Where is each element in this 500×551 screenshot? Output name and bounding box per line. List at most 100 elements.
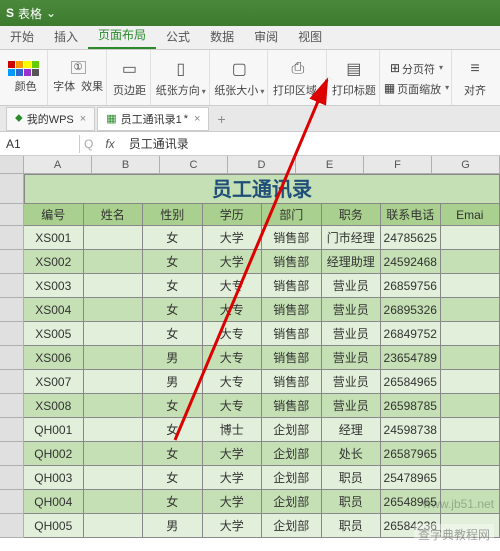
table-cell[interactable]: 销售部 xyxy=(262,298,322,322)
table-cell[interactable]: 门市经理 xyxy=(322,226,382,250)
effect-label[interactable]: 效果 xyxy=(81,78,103,94)
table-cell[interactable]: 职员 xyxy=(322,514,382,538)
table-cell[interactable]: 大学 xyxy=(203,490,263,514)
table-cell[interactable]: 大专 xyxy=(203,370,263,394)
row-header[interactable] xyxy=(0,250,24,274)
table-cell[interactable]: XS008 xyxy=(24,394,84,418)
column-header[interactable]: G xyxy=(432,156,500,173)
table-cell[interactable] xyxy=(84,394,144,418)
row-header[interactable] xyxy=(0,204,24,226)
table-cell[interactable]: XS002 xyxy=(24,250,84,274)
wps-home-tab[interactable]: ⬥ 我的WPS × xyxy=(6,107,95,131)
table-cell[interactable]: 26584965 xyxy=(381,370,441,394)
ribbon-tab[interactable]: 开始 xyxy=(0,24,44,49)
table-cell[interactable]: 女 xyxy=(143,274,203,298)
table-cell[interactable]: 女 xyxy=(143,442,203,466)
table-cell[interactable]: 大学 xyxy=(203,226,263,250)
table-cell[interactable] xyxy=(84,250,144,274)
table-cell[interactable]: 26584236 xyxy=(381,514,441,538)
table-header-cell[interactable]: 职务 xyxy=(322,204,382,226)
table-cell[interactable]: QH004 xyxy=(24,490,84,514)
select-all-corner[interactable] xyxy=(0,156,24,173)
table-cell[interactable]: QH005 xyxy=(24,514,84,538)
column-header[interactable]: D xyxy=(228,156,296,173)
column-header[interactable]: C xyxy=(160,156,228,173)
table-cell[interactable]: 女 xyxy=(143,418,203,442)
table-cell[interactable] xyxy=(441,418,500,442)
table-header-cell[interactable]: 性别 xyxy=(143,204,203,226)
table-cell[interactable]: XS004 xyxy=(24,298,84,322)
scale-button[interactable]: 页面缩放 xyxy=(397,81,441,97)
table-cell[interactable]: 销售部 xyxy=(262,322,322,346)
table-header-cell[interactable]: 部门 xyxy=(262,204,322,226)
table-cell[interactable] xyxy=(441,442,500,466)
table-cell[interactable]: XS001 xyxy=(24,226,84,250)
table-cell[interactable]: 男 xyxy=(143,346,203,370)
table-cell[interactable]: 大学 xyxy=(203,250,263,274)
column-header[interactable]: A xyxy=(24,156,92,173)
table-cell[interactable]: QH002 xyxy=(24,442,84,466)
table-cell[interactable]: 26587965 xyxy=(381,442,441,466)
table-cell[interactable] xyxy=(441,226,500,250)
table-cell[interactable]: XS005 xyxy=(24,322,84,346)
table-cell[interactable]: 博士 xyxy=(203,418,263,442)
table-cell[interactable] xyxy=(84,322,144,346)
table-cell[interactable]: 女 xyxy=(143,490,203,514)
row-header[interactable] xyxy=(0,394,24,418)
column-header[interactable]: B xyxy=(92,156,160,173)
table-cell[interactable]: QH001 xyxy=(24,418,84,442)
fx-cancel-icon[interactable]: Q xyxy=(80,137,97,151)
table-cell[interactable]: 处长 xyxy=(322,442,382,466)
ribbon-tab[interactable]: 公式 xyxy=(156,24,200,49)
theme-colors-group[interactable]: 颜色 xyxy=(4,50,48,105)
close-icon[interactable]: × xyxy=(80,113,86,125)
row-header[interactable] xyxy=(0,490,24,514)
table-cell[interactable]: 26895326 xyxy=(381,298,441,322)
table-cell[interactable]: 企划部 xyxy=(262,442,322,466)
table-cell[interactable]: 25478965 xyxy=(381,466,441,490)
row-header[interactable] xyxy=(0,514,24,538)
ribbon-tab[interactable]: 数据 xyxy=(200,24,244,49)
formula-input[interactable]: 员工通讯录 xyxy=(123,133,500,154)
close-icon[interactable]: × xyxy=(194,113,200,125)
table-cell[interactable]: 企划部 xyxy=(262,490,322,514)
table-cell[interactable]: 大专 xyxy=(203,322,263,346)
table-cell[interactable] xyxy=(441,466,500,490)
name-box[interactable]: A1 xyxy=(0,135,80,153)
table-cell[interactable]: 经理 xyxy=(322,418,382,442)
table-cell[interactable]: QH003 xyxy=(24,466,84,490)
table-cell[interactable]: 大学 xyxy=(203,442,263,466)
table-cell[interactable]: 女 xyxy=(143,466,203,490)
table-cell[interactable]: 职员 xyxy=(322,490,382,514)
table-cell[interactable]: 男 xyxy=(143,514,203,538)
spreadsheet-grid[interactable]: 员工通讯录 编号姓名性别学历部门职务联系电话Emai XS001女大学销售部门市… xyxy=(0,174,500,538)
table-cell[interactable]: 女 xyxy=(143,394,203,418)
ribbon-tab[interactable]: 视图 xyxy=(288,24,332,49)
table-cell[interactable] xyxy=(441,298,500,322)
orientation-button[interactable]: ▯ 纸张方向▾ xyxy=(153,50,210,105)
table-cell[interactable] xyxy=(441,250,500,274)
sheet-title-cell[interactable]: 员工通讯录 xyxy=(24,174,500,204)
table-cell[interactable]: XS003 xyxy=(24,274,84,298)
table-cell[interactable]: 营业员 xyxy=(322,322,382,346)
table-cell[interactable] xyxy=(441,274,500,298)
fx-icon[interactable]: fx xyxy=(97,137,122,151)
table-cell[interactable]: 营业员 xyxy=(322,370,382,394)
table-cell[interactable]: 销售部 xyxy=(262,370,322,394)
table-cell[interactable] xyxy=(441,370,500,394)
ribbon-tab[interactable]: 页面布局 xyxy=(88,22,156,49)
table-cell[interactable]: 经理助理 xyxy=(322,250,382,274)
table-cell[interactable]: 销售部 xyxy=(262,226,322,250)
table-cell[interactable]: 企划部 xyxy=(262,514,322,538)
table-cell[interactable] xyxy=(84,418,144,442)
table-header-cell[interactable]: Emai xyxy=(441,204,500,226)
pagebreak-button[interactable]: 分页符 xyxy=(402,61,435,77)
table-header-cell[interactable]: 学历 xyxy=(203,204,263,226)
paper-size-button[interactable]: ▢ 纸张大小▾ xyxy=(212,50,269,105)
row-header[interactable] xyxy=(0,418,24,442)
font-button[interactable]: ① xyxy=(71,61,86,74)
table-cell[interactable]: 男 xyxy=(143,370,203,394)
align-button[interactable]: ≡ 对齐 xyxy=(454,50,496,105)
table-cell[interactable]: 营业员 xyxy=(322,346,382,370)
column-header[interactable]: E xyxy=(296,156,364,173)
